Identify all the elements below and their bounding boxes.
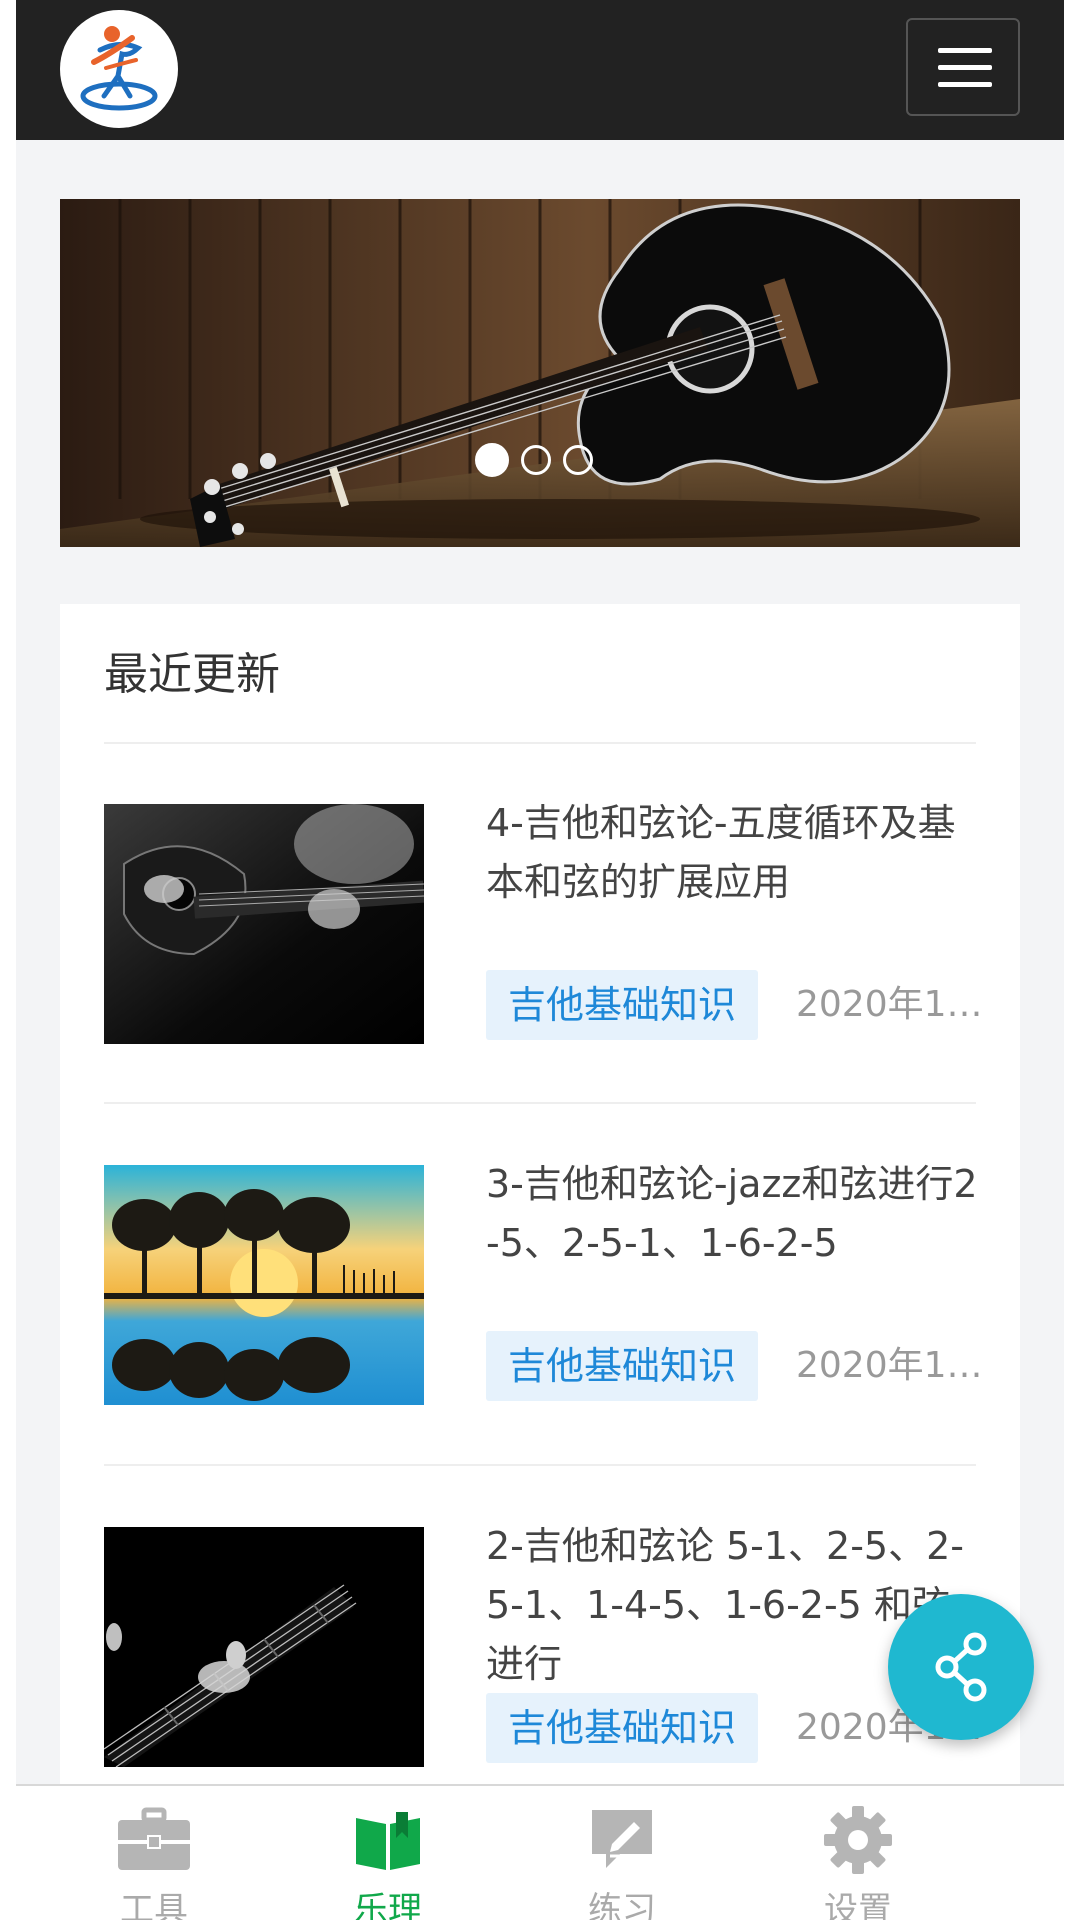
hamburger-menu-icon	[938, 48, 992, 53]
article-thumbnail	[104, 804, 424, 1044]
tab-tools[interactable]: 工具	[16, 1786, 278, 1920]
tab-practice[interactable]: 练习	[484, 1786, 746, 1920]
hamburger-menu-button[interactable]	[906, 18, 1020, 116]
guitar-player-logo-icon	[80, 26, 158, 111]
category-tag[interactable]: 吉他基础知识	[486, 1331, 758, 1401]
category-tag[interactable]: 吉他基础知识	[486, 1693, 758, 1763]
article-thumbnail	[104, 1527, 424, 1767]
share-button[interactable]	[888, 1594, 1034, 1740]
tab-settings[interactable]: 设置	[720, 1786, 982, 1920]
article-thumbnail	[104, 1165, 424, 1405]
article-list-item[interactable]: 2-吉他和弦论 5-1、2-5、2-5-1、1-4-5、1-6-2-5 和弦进行…	[60, 1524, 1020, 1827]
tab-label: 练习	[588, 1890, 656, 1920]
guitar-player-thumbnail-image	[104, 804, 424, 1044]
book-icon	[356, 1812, 420, 1870]
gear-icon	[824, 1806, 892, 1874]
recent-updates-card: 最近更新 4-吉他和弦论-五度循环及基本和弦的扩展应用 吉他基础知识 2020年…	[60, 604, 1020, 1920]
guitar-fretboard-thumbnail-image	[104, 1527, 424, 1767]
article-title[interactable]: 4-吉他和弦论-五度循环及基本和弦的扩展应用	[486, 794, 986, 912]
tab-theory[interactable]: 乐理	[250, 1786, 512, 1920]
guitar-banner-image	[60, 199, 1020, 547]
article-date: 2020年10...	[796, 984, 986, 1025]
article-list-item[interactable]: 4-吉他和弦论-五度循环及基本和弦的扩展应用 吉他基础知识 2020年10...	[60, 801, 1020, 1104]
tree-guitar-painting-thumbnail-image	[104, 1165, 424, 1405]
article-date: 2020年10...	[796, 1345, 986, 1386]
divider	[104, 1464, 976, 1466]
divider	[104, 742, 976, 744]
article-list-item[interactable]: 3-吉他和弦论-jazz和弦进行2-5、2-5-1、1-6-2-5 吉他基础知识…	[60, 1162, 1020, 1465]
section-title: 最近更新	[104, 649, 280, 700]
category-tag[interactable]: 吉他基础知识	[486, 970, 758, 1040]
tab-label: 设置	[824, 1890, 892, 1920]
app-logo[interactable]	[60, 10, 178, 128]
carousel-indicators	[475, 443, 593, 477]
app-frame: 最近更新 4-吉他和弦论-五度循环及基本和弦的扩展应用 吉他基础知识 2020年…	[16, 0, 1064, 1920]
practice-edit-icon	[592, 1810, 652, 1868]
share-icon	[935, 1632, 987, 1702]
banner-carousel[interactable]	[60, 199, 1020, 547]
carousel-dot[interactable]	[521, 445, 551, 475]
top-navbar	[16, 0, 1064, 140]
bottom-tab-bar: 工具 乐理 练习 设置	[16, 1784, 1064, 1920]
hamburger-line	[938, 82, 992, 87]
hamburger-line	[938, 65, 992, 70]
toolbox-icon	[118, 1807, 190, 1870]
article-title[interactable]: 3-吉他和弦论-jazz和弦进行2-5、2-5-1、1-6-2-5	[486, 1155, 986, 1273]
carousel-dot[interactable]	[475, 443, 509, 477]
divider	[104, 1102, 976, 1104]
carousel-dot[interactable]	[563, 445, 593, 475]
